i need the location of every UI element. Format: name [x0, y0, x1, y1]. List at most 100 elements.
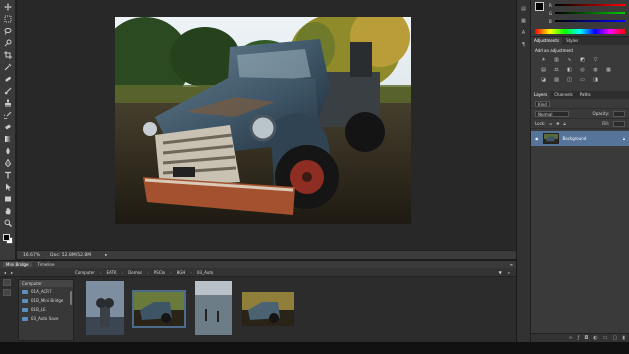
breadcrumb-pscio[interactable]: PSCIo	[154, 270, 165, 275]
history-icon[interactable]: ▤	[520, 5, 528, 12]
lock-all-icon[interactable]: 🔒︎	[564, 121, 566, 126]
tab-paths[interactable]: Paths	[577, 91, 594, 99]
selective-color-icon[interactable]: ◨	[591, 76, 600, 83]
tab-layers[interactable]: Layers	[531, 91, 551, 99]
status-menu-arrow-icon[interactable]: ▸	[105, 253, 107, 258]
blend-mode-dropdown[interactable]: Normal	[535, 110, 569, 117]
document-canvas[interactable]	[17, 0, 516, 250]
panel-menu-icon[interactable]: ≡	[510, 262, 513, 267]
green-label: G	[549, 10, 553, 16]
properties-icon[interactable]: ▦	[520, 17, 528, 24]
settings-icon[interactable]	[3, 289, 11, 296]
eraser-tool-icon[interactable]	[3, 123, 13, 131]
truck-thumbnail[interactable]	[132, 290, 186, 328]
forward-icon[interactable]: ▸	[11, 270, 13, 275]
pen-tool-icon[interactable]	[3, 159, 13, 167]
breadcrumb-computer[interactable]: Computer	[75, 270, 95, 275]
threshold-icon[interactable]: ◫	[565, 76, 574, 83]
clone-stamp-tool-icon[interactable]	[3, 99, 13, 107]
kind-filter-dropdown[interactable]: Kind	[535, 100, 550, 107]
adjustment-layer-icon[interactable]: ◐	[593, 335, 597, 341]
search-icon[interactable]: ⌕	[508, 270, 510, 275]
paddleboard-thumbnail[interactable]	[195, 281, 232, 335]
invert-icon[interactable]: ◪	[539, 76, 548, 83]
binoculars-thumbnail[interactable]	[86, 281, 124, 335]
red-slider[interactable]: R	[549, 2, 625, 8]
exposure-icon[interactable]: ◩	[578, 56, 587, 63]
marquee-tool-icon[interactable]	[3, 15, 13, 23]
folder-scrollbar[interactable]	[70, 291, 72, 305]
folder-item[interactable]: 01B_Mini Bridge	[19, 296, 73, 305]
folder-item[interactable]: 03_Auto Save	[19, 314, 73, 323]
bridge-view-tools	[3, 279, 15, 299]
foreground-color-swatch[interactable]	[3, 234, 10, 241]
gradient-map-icon[interactable]: ▭	[578, 76, 587, 83]
black-white-icon[interactable]: ◧	[565, 66, 574, 73]
breadcrumb-03-auto[interactable]: 03_Auto	[197, 270, 213, 275]
blur-tool-icon[interactable]	[3, 147, 13, 155]
photo-filter-icon[interactable]: ◎	[578, 66, 587, 73]
lock-position-icon[interactable]: ✥	[556, 121, 559, 126]
folder-item[interactable]: 01A_ACR7	[19, 287, 73, 296]
color-balance-icon[interactable]: ⚖	[552, 66, 561, 73]
tab-styles[interactable]: Styles	[563, 37, 581, 45]
fx-icon[interactable]: ƒ	[578, 335, 580, 341]
mask-icon[interactable]: ◘	[584, 335, 588, 341]
color-panel: R G B	[531, 0, 629, 37]
lock-pixels-icon[interactable]: ▫	[549, 121, 552, 126]
hue-saturation-icon[interactable]: ▤	[539, 66, 548, 73]
panel-icon-strip: ▤ ▦ A ¶	[516, 0, 530, 342]
color-panel-swatch[interactable]	[535, 2, 544, 11]
color-lookup-icon[interactable]: ▦	[604, 66, 613, 73]
truck-variant-thumbnail[interactable]	[242, 292, 294, 326]
green-slider[interactable]: G	[549, 10, 625, 16]
zoom-tool-icon[interactable]	[3, 219, 13, 227]
paragraph-icon[interactable]: ¶	[520, 41, 528, 48]
hand-tool-icon[interactable]	[3, 207, 13, 215]
history-brush-tool-icon[interactable]	[3, 111, 13, 119]
posterize-icon[interactable]: ▨	[552, 76, 561, 83]
tab-mini-bridge[interactable]: Mini Bridge	[3, 262, 32, 267]
back-icon[interactable]: ◂	[4, 270, 6, 275]
breadcrumb-eatk[interactable]: EATK	[107, 270, 117, 275]
brush-tool-icon[interactable]	[3, 87, 13, 95]
tab-timeline[interactable]: Timeline	[38, 262, 55, 267]
new-layer-icon[interactable]: ▢	[613, 335, 618, 341]
character-icon[interactable]: A	[520, 29, 528, 36]
curves-icon[interactable]: ∿	[565, 56, 574, 63]
channel-mixer-icon[interactable]: ◍	[591, 66, 600, 73]
color-spectrum[interactable]	[535, 29, 625, 34]
healing-brush-tool-icon[interactable]	[3, 75, 13, 83]
tab-adjustments[interactable]: Adjustments	[531, 37, 563, 45]
filter-icon[interactable]: ▼	[499, 270, 502, 275]
link-layers-icon[interactable]: ∞	[568, 335, 572, 341]
vibrance-icon[interactable]: ▽	[591, 56, 600, 63]
home-icon[interactable]	[3, 279, 11, 286]
brightness-contrast-icon[interactable]: ☀	[539, 56, 548, 63]
path-select-tool-icon[interactable]	[3, 183, 13, 191]
tab-channels[interactable]: Channels	[551, 91, 576, 99]
layer-row[interactable]: ◉ Background 🔒︎	[531, 131, 629, 146]
levels-icon[interactable]: ▥	[552, 56, 561, 63]
eyedropper-tool-icon[interactable]	[3, 63, 13, 71]
breadcrumb-8gh[interactable]: 8GH	[177, 270, 186, 275]
adjustments-grid: ☀ ▥ ∿ ◩ ▽ ▤ ⚖ ◧ ◎ ◍ ▦ ◪ ▨ ◫ ▭ ◨	[531, 56, 629, 83]
doc-size[interactable]: Doc: 52.8M/52.8M	[50, 253, 91, 258]
blue-slider[interactable]: B	[549, 18, 625, 24]
shape-tool-icon[interactable]	[3, 195, 13, 203]
breadcrumb-demos[interactable]: Demos	[128, 270, 142, 275]
folder-item[interactable]: 01B_LE	[19, 305, 73, 314]
gradient-tool-icon[interactable]	[3, 135, 13, 143]
zoom-level[interactable]: 16.67%	[23, 253, 40, 258]
fill-field[interactable]	[613, 120, 625, 127]
lasso-tool-icon[interactable]	[3, 27, 13, 35]
type-tool-icon[interactable]	[3, 171, 13, 179]
move-tool-icon[interactable]	[3, 3, 13, 11]
crop-tool-icon[interactable]	[3, 51, 13, 59]
trash-icon[interactable]: ▮	[622, 335, 625, 341]
eye-icon[interactable]: ◉	[535, 136, 539, 141]
group-icon[interactable]: ▭	[603, 335, 608, 341]
opacity-field[interactable]	[613, 110, 625, 117]
layers-tabs: Layers Channels Paths	[531, 91, 629, 99]
quick-select-tool-icon[interactable]	[3, 39, 13, 47]
